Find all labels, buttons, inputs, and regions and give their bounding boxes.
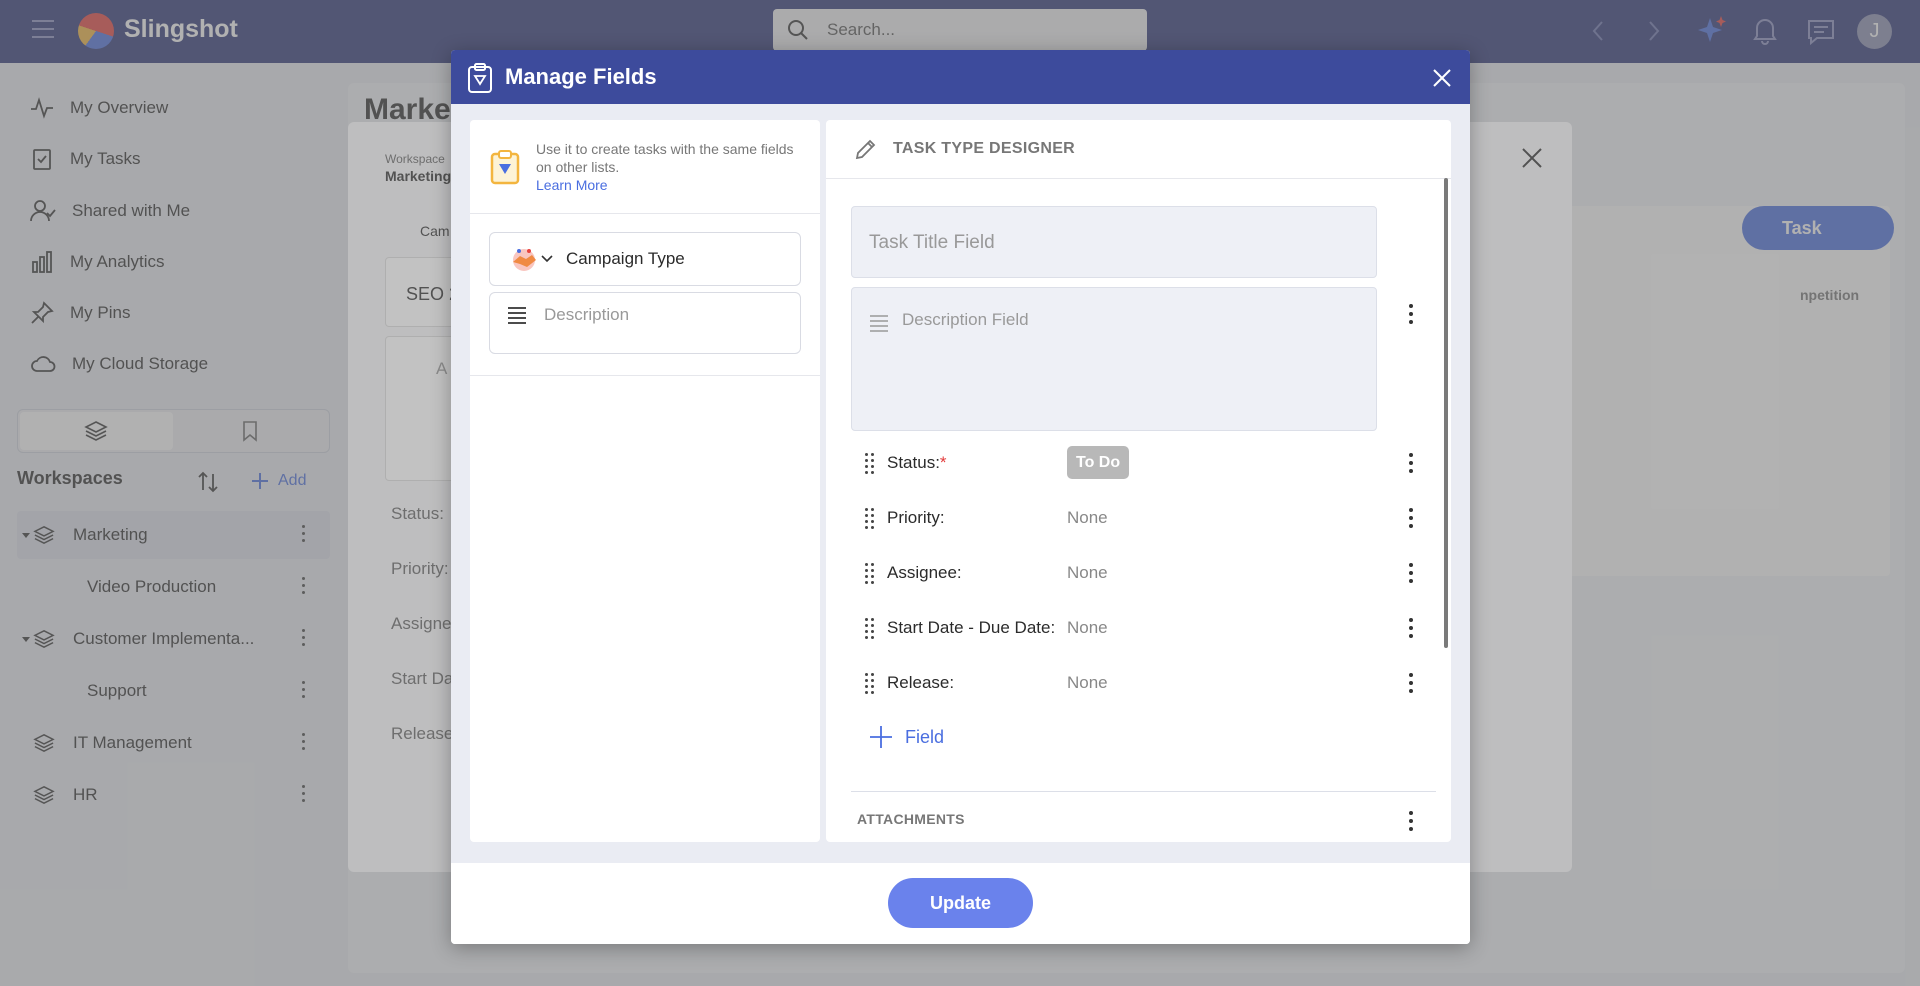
add-field-label: Field	[905, 726, 945, 747]
text-lines-icon	[508, 307, 526, 324]
designer-title: TASK TYPE DESIGNER	[893, 140, 1076, 157]
field-palette-panel: Use it to create tasks with the same fie…	[470, 120, 820, 842]
property-name: Start Date - Due Date:	[887, 618, 1056, 637]
more-options-icon[interactable]	[1409, 618, 1413, 638]
property-name: Assignee:	[887, 563, 962, 582]
more-options-icon[interactable]	[1409, 673, 1413, 693]
property-name: Release:	[887, 673, 955, 692]
task-title-field[interactable]: Task Title Field	[851, 206, 1377, 278]
property-row-release[interactable]: Release: None	[851, 663, 1431, 703]
add-field-button[interactable]: Field	[869, 725, 944, 749]
text-lines-icon	[870, 315, 888, 332]
attachments-heading: ATTACHMENTS	[857, 811, 965, 827]
drag-handle-icon[interactable]	[865, 673, 875, 695]
template-hint: Use it to create tasks with the same fie…	[536, 140, 806, 194]
property-value[interactable]: None	[1067, 508, 1108, 528]
property-value[interactable]: None	[1067, 618, 1108, 638]
description-field[interactable]: Description	[489, 292, 801, 354]
dialog-title: Manage Fields	[505, 64, 657, 89]
divider	[851, 791, 1436, 792]
property-name: Priority:	[887, 508, 945, 527]
more-options-icon[interactable]	[1409, 304, 1413, 324]
task-title-field-label: Task Title Field	[869, 232, 995, 253]
campaign-handshake-icon	[513, 249, 536, 271]
pencil-icon	[855, 139, 876, 160]
more-options-icon[interactable]	[1409, 563, 1413, 583]
description-field-label: Description Field	[902, 310, 1029, 329]
divider	[470, 213, 820, 214]
divider	[470, 375, 820, 376]
clipboard-template-icon	[490, 150, 520, 185]
property-row-priority[interactable]: Priority: None	[851, 498, 1431, 538]
divider	[826, 178, 1451, 179]
scrollbar[interactable]	[1444, 178, 1448, 648]
clipboard-icon	[468, 63, 492, 93]
property-name: Status:*	[887, 453, 947, 472]
more-options-icon[interactable]	[1409, 508, 1413, 528]
update-button[interactable]: Update	[888, 878, 1033, 928]
dialog-footer: Update	[451, 863, 1470, 944]
learn-more-link[interactable]: Learn More	[536, 177, 608, 193]
campaign-type-field[interactable]: Campaign Type	[489, 232, 801, 286]
drag-handle-icon[interactable]	[865, 563, 875, 585]
close-icon[interactable]	[1431, 67, 1453, 89]
description-field-area[interactable]: Description Field	[851, 287, 1377, 431]
manage-fields-dialog: Manage Fields Use it to create tasks wit…	[451, 50, 1470, 944]
dialog-header: Manage Fields	[451, 50, 1470, 104]
status-badge[interactable]: To Do	[1067, 446, 1130, 479]
plus-icon	[870, 726, 892, 748]
hint-text: Use it to create tasks with the same fie…	[536, 141, 794, 175]
task-type-designer-panel: TASK TYPE DESIGNER Task Title Field Desc…	[826, 120, 1451, 842]
property-value[interactable]: None	[1067, 673, 1108, 693]
property-row-status[interactable]: Status:* To Do	[851, 443, 1431, 483]
more-options-icon[interactable]	[1409, 453, 1413, 473]
more-options-icon[interactable]	[1409, 811, 1413, 831]
drag-handle-icon[interactable]	[865, 508, 875, 530]
chevron-down-icon[interactable]	[541, 255, 553, 263]
drag-handle-icon[interactable]	[865, 618, 875, 640]
property-value[interactable]: None	[1067, 563, 1108, 583]
property-row-assignee[interactable]: Assignee: None	[851, 553, 1431, 593]
property-row-start-due-date[interactable]: Start Date - Due Date: None	[851, 608, 1431, 648]
campaign-type-label: Campaign Type	[566, 249, 685, 268]
description-label: Description	[544, 305, 630, 324]
drag-handle-icon[interactable]	[865, 453, 875, 475]
